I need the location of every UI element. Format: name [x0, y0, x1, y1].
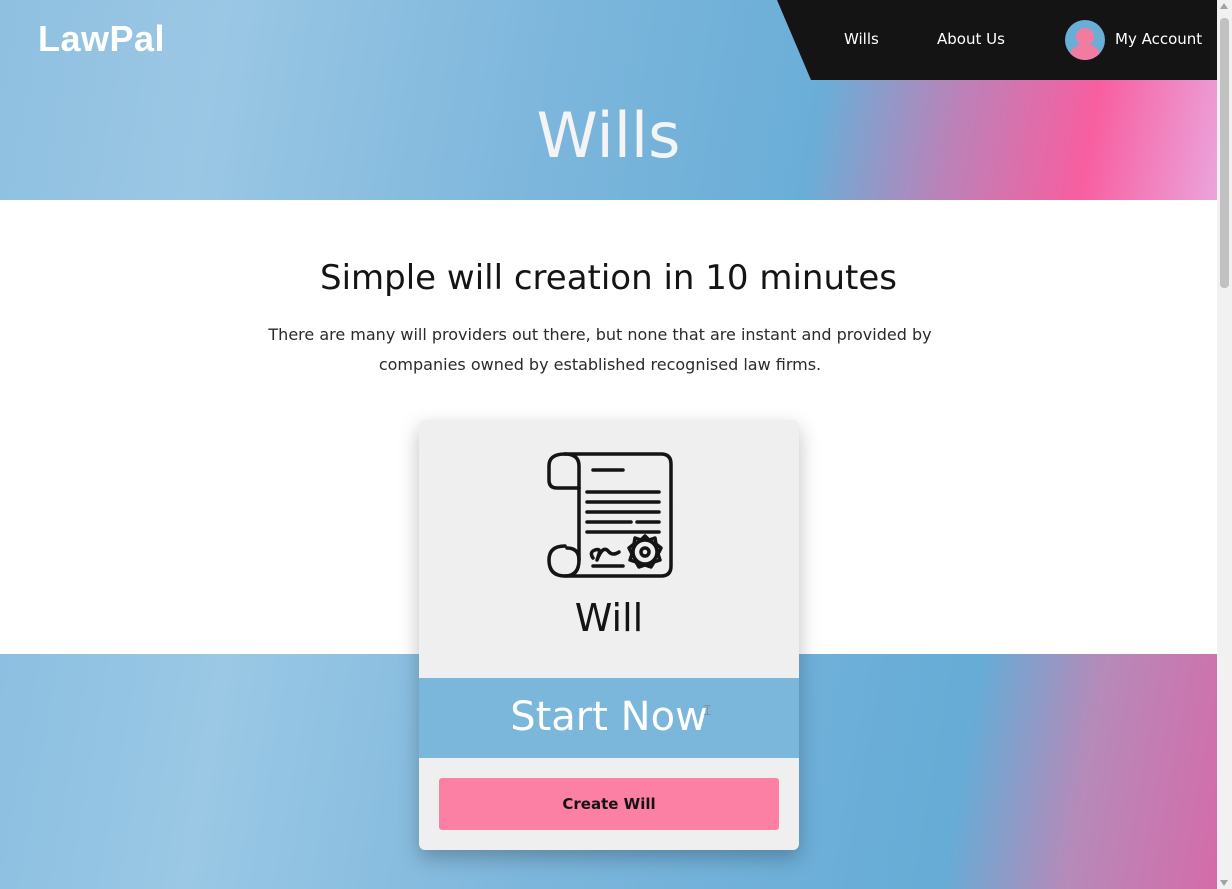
page-title: Wills — [536, 99, 681, 172]
vertical-scrollbar[interactable] — [1217, 0, 1232, 889]
create-will-button[interactable]: Create Will — [439, 778, 779, 830]
will-card: Will Start Now Create Will — [419, 420, 799, 850]
start-now-band: Start Now — [419, 678, 799, 758]
start-now-label: Start Now — [510, 694, 708, 740]
top-nav: Wills About Us My Account — [777, 0, 1217, 80]
avatar-body — [1070, 44, 1100, 60]
nav-item-my-account[interactable]: My Account — [1115, 30, 1202, 48]
nav-item-wills[interactable]: Wills — [844, 30, 879, 48]
nav-item-about-us[interactable]: About Us — [937, 30, 1005, 48]
will-scroll-icon — [547, 452, 673, 578]
hero-banner: LawPal Wills About Us My Account Wills — [0, 0, 1217, 200]
avatar[interactable] — [1065, 20, 1105, 60]
logo[interactable]: LawPal — [38, 18, 165, 60]
intro-text: There are many will providers out there,… — [268, 325, 932, 374]
scroll-thumb[interactable] — [1220, 18, 1229, 288]
intro-heading: Simple will creation in 10 minutes — [320, 258, 897, 298]
scroll-up-arrow-icon[interactable] — [1220, 3, 1228, 9]
card-title: Will — [574, 596, 644, 640]
scroll-down-arrow-icon[interactable] — [1220, 880, 1228, 886]
text-cursor-icon: ⌶ — [703, 703, 712, 719]
